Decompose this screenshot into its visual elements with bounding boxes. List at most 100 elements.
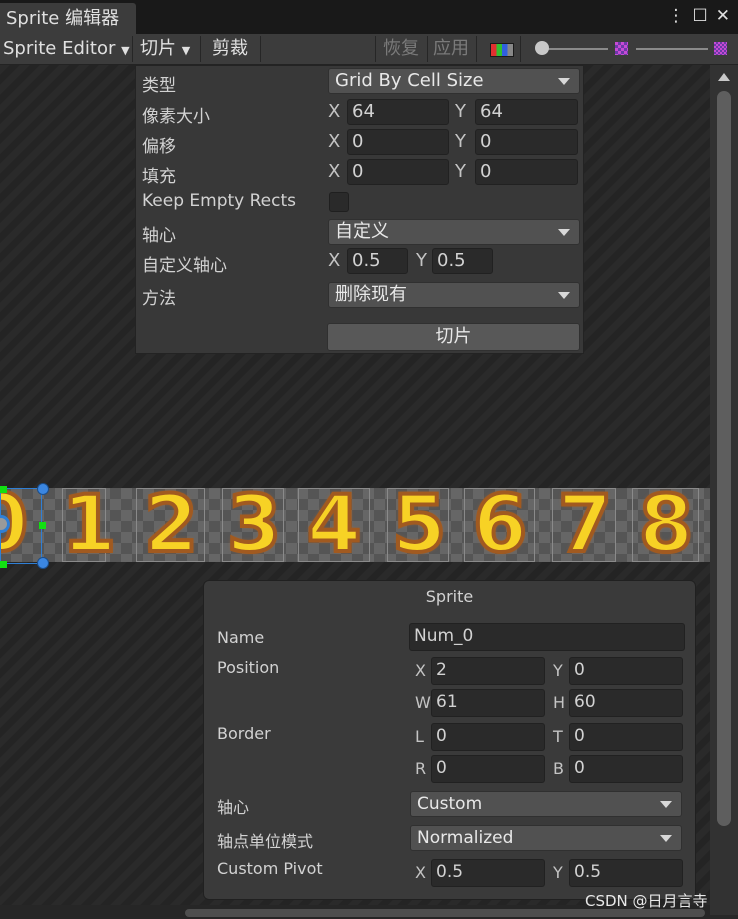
border-handle[interactable] [0,486,7,493]
method-value: 删除现有 [335,284,407,305]
name-field[interactable]: Num_0 [409,623,685,651]
toolbar-divider [476,36,477,62]
tab-sprite-editor[interactable]: Sprite 编辑器 [0,3,136,34]
position-w-label: W [415,693,431,712]
sprite-rect[interactable]: 5 [387,480,449,570]
border-l-label: L [415,727,424,746]
border-handle[interactable] [39,522,46,529]
tab-title: Sprite 编辑器 [6,8,120,29]
toolbar-divider [260,36,261,62]
slice-dropdown[interactable]: 切片 ▼ [140,34,190,64]
zoom-slider-handle[interactable] [535,41,549,55]
chevron-down-icon [558,229,570,236]
custom-pivot-y-label: Y [416,250,427,271]
custom-pivot-x-field[interactable]: 0.5 [347,248,408,274]
position-x-label: X [415,661,426,680]
chevron-down-icon: ▼ [181,44,191,57]
border-r-label: R [415,759,427,778]
method-dropdown[interactable]: 删除现有 [328,282,580,308]
name-label: Name [217,628,265,647]
pixel-size-y-label: Y [455,101,466,122]
position-label: Position [217,658,280,677]
resize-handle[interactable] [37,483,49,495]
mip-slider[interactable] [636,48,708,50]
border-label: Border [217,724,271,743]
border-r-field[interactable]: 0 [431,755,545,783]
mode-dropdown[interactable]: Sprite Editor ▼ [3,34,130,64]
chevron-down-icon: ▼ [121,44,130,57]
mode-label: Sprite Editor [3,38,116,59]
slice-button[interactable]: 切片 [327,323,580,351]
border-t-label: T [553,727,563,746]
sprite-sheet[interactable]: 0 1 2 3 4 5 6 7 8 [0,480,710,570]
vertical-scroll-thumb[interactable] [717,91,731,826]
pixel-size-y-field[interactable]: 64 [475,99,578,125]
pivot-unit-mode-dropdown[interactable]: Normalized [410,825,682,851]
scroll-up-icon[interactable] [718,73,730,81]
custom-pivot-y-field[interactable]: 0.5 [432,248,493,274]
sprite-rect[interactable]: 2 [136,480,205,570]
custom-pivot-y-field[interactable]: 0.5 [569,859,683,887]
sprite-digit: 5 [390,480,448,570]
chevron-down-icon [558,78,570,85]
color-channel-icon[interactable] [490,43,514,57]
custom-pivot-x-label: X [415,863,426,882]
border-b-field[interactable]: 0 [569,755,683,783]
offset-x-field[interactable]: 0 [347,129,449,155]
maximize-icon[interactable]: ☐ [693,6,708,26]
pivot-label: 轴心 [217,798,250,817]
sprite-rect[interactable]: 4 [298,483,370,567]
slice-type-dropdown[interactable]: Grid By Cell Size [328,68,580,94]
padding-x-field[interactable]: 0 [347,159,449,185]
position-y-field[interactable]: 0 [569,657,683,685]
method-label: 方法 [142,289,176,309]
padding-label: 填充 [142,167,176,187]
position-h-field[interactable]: 60 [569,689,683,717]
sprite-digit: 3 [225,480,283,570]
padding-y-field[interactable]: 0 [475,159,578,185]
offset-y-field[interactable]: 0 [475,129,578,155]
custom-pivot-x-field[interactable]: 0.5 [431,859,545,887]
editor-toolbar: Sprite Editor ▼ 切片 ▼ 剪裁 恢复 应用 [0,34,738,65]
toolbar-divider [520,36,521,62]
revert-button[interactable]: 恢复 [383,34,419,64]
watermark: CSDN @日月言寺 [585,892,708,910]
vertical-scrollbar[interactable] [710,65,738,915]
toolbar-divider [375,36,376,62]
pivot-label: 轴心 [142,226,176,246]
position-w-field[interactable]: 61 [431,689,545,717]
close-icon[interactable]: ✕ [716,6,730,26]
sprite-digit: 6 [471,480,529,570]
more-menu-icon[interactable]: ⋮ [668,6,685,26]
slice-type-value: Grid By Cell Size [335,70,484,91]
pixel-size-x-label: X [328,101,341,122]
sprite-rect[interactable]: 8 [632,483,699,567]
border-b-label: B [553,759,564,778]
apply-button[interactable]: 应用 [433,34,469,64]
sprite-rect[interactable]: 1 [60,483,118,567]
sprite-rect[interactable]: 3 [222,480,284,570]
resize-handle[interactable] [37,557,49,569]
pivot-dropdown[interactable]: Custom [410,791,682,817]
sprite-rect[interactable]: 6 [464,480,535,570]
pixel-size-x-field[interactable]: 64 [347,99,449,125]
border-t-field[interactable]: 0 [569,723,683,751]
toolbar-divider [427,36,428,62]
sprite-rect[interactable]: 7 [552,483,616,567]
custom-pivot-label: 自定义轴心 [142,256,227,276]
keep-empty-rects-checkbox[interactable] [329,192,349,212]
window-controls: ⋮ ☐ ✕ [668,6,731,26]
pivot-unit-mode-value: Normalized [417,828,514,848]
border-handle[interactable] [0,561,7,568]
checker-large-icon [714,42,727,55]
sprite-digit: 2 [142,480,200,570]
chevron-down-icon [558,292,570,299]
pivot-value: Custom [417,794,483,814]
pivot-dropdown[interactable]: 自定义 [328,219,580,245]
border-l-field[interactable]: 0 [431,723,545,751]
toolbar-divider [200,36,201,62]
inspector-title: Sprite [425,587,474,606]
toolbar-divider [132,36,133,62]
trim-button[interactable]: 剪裁 [212,34,248,64]
position-x-field[interactable]: 2 [431,657,545,685]
